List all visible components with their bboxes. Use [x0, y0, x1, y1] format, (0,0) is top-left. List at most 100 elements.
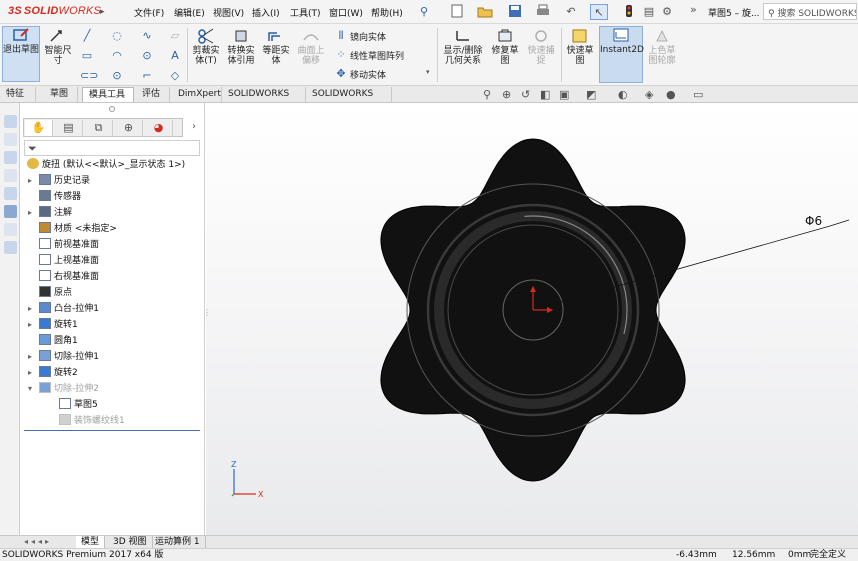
linear-pattern-button[interactable]: 线性草图阵列 [350, 49, 404, 62]
fillet-sketch-icon[interactable]: ⌐ [140, 70, 154, 82]
options-gear-icon[interactable]: ⚙ [658, 4, 676, 20]
design-library-icon[interactable] [4, 133, 17, 146]
panel-tabs-scroll-right-icon[interactable]: › [192, 121, 196, 132]
smart-dimension-button[interactable]: 智能尺寸 [42, 28, 74, 82]
appearances-icon[interactable] [4, 187, 17, 200]
tab-motion-study[interactable]: 运动算例 1 [150, 536, 206, 548]
tree-expand-arrow-icon[interactable]: ▾ [28, 382, 38, 396]
view-palette-icon[interactable] [4, 169, 17, 182]
pin-icon[interactable]: ⚲ [420, 5, 428, 18]
tree-item[interactable]: 传感器 [28, 190, 81, 204]
solidworks-logo[interactable]: 3S SOLIDWORKS [8, 5, 101, 17]
slot-icon[interactable]: ⊂⊃ [80, 70, 98, 82]
tree-item[interactable]: ▸ 历史记录 [28, 174, 90, 188]
tree-expand-arrow-icon[interactable]: ▸ [28, 366, 38, 380]
tree-item[interactable]: 原点 [28, 286, 72, 300]
tab-sketch[interactable]: 草图 [44, 87, 78, 102]
tree-item[interactable]: 右视基准面 [28, 270, 99, 284]
tree-item[interactable]: 上视基准面 [28, 254, 99, 268]
tab-mold-tools[interactable]: 模具工具 [82, 87, 134, 102]
menu-tools[interactable]: 工具(T) [290, 6, 321, 19]
search-input[interactable]: ⚲ 搜索 SOLIDWORKS [763, 3, 857, 20]
tab-scroll-arrows-icon[interactable]: ◂◂◂▸ [24, 536, 52, 548]
sketch-tool-icon[interactable] [4, 115, 17, 128]
rectangle-icon[interactable]: ▭ [80, 50, 94, 62]
tree-item[interactable]: ▾ 切除-拉伸2 [28, 382, 99, 396]
tree-item[interactable]: 圆角1 [28, 334, 78, 348]
tree-expand-arrow-icon[interactable]: ▸ [28, 350, 38, 364]
move-entities-icon[interactable]: ✥ [334, 68, 348, 80]
tab-evaluate[interactable]: 评估 [136, 87, 170, 102]
spline-icon[interactable]: ∿ [140, 30, 154, 42]
display-manager-tab-icon[interactable]: ◕ [145, 120, 173, 136]
resources-icon[interactable] [4, 223, 17, 236]
zoom-to-area-icon[interactable]: ⊕ [502, 88, 511, 101]
move-entities-button[interactable]: 移动实体 [350, 68, 386, 81]
new-document-icon[interactable] [448, 4, 466, 20]
display-style-icon[interactable]: ◐ [618, 88, 628, 101]
undo-icon[interactable]: ↶ [562, 4, 580, 20]
tab-features[interactable]: 特征 [0, 87, 36, 102]
tree-item[interactable]: 材质 <未指定> [28, 222, 117, 236]
previous-view-icon[interactable]: ↺ [521, 88, 530, 101]
shaded-sketch-contours-button[interactable]: 上色草图轮廓 [645, 28, 679, 82]
plane-small-icon[interactable]: ◇ [168, 70, 182, 82]
graphics-area[interactable]: Φ6 Z X ⋮ [203, 103, 858, 535]
tree-root-part[interactable]: 旋扭 (默认<<默认>_显示状态 1>) [26, 158, 185, 172]
tab-solidworks-addins[interactable]: SOLIDWORKS 插件 [222, 87, 306, 114]
zoom-to-fit-icon[interactable]: ⚲ [483, 88, 491, 101]
exit-sketch-button[interactable]: 退出草图 [2, 26, 40, 82]
point-icon[interactable]: ⊙ [110, 70, 124, 82]
repair-sketch-button[interactable]: 修复草图 [488, 28, 522, 82]
tree-expand-arrow-icon[interactable]: ▸ [28, 318, 38, 332]
tree-item[interactable]: ▸ 注解 [28, 206, 72, 220]
display-delete-relations-button[interactable]: 显示/删除几何关系 [440, 28, 486, 82]
offset-entities-button[interactable]: 等距实体 [260, 28, 292, 82]
forum-icon[interactable] [4, 241, 17, 254]
arc-icon[interactable]: ◠ [110, 50, 124, 62]
open-file-icon[interactable] [476, 4, 494, 20]
tab-solidworks-mbd[interactable]: SOLIDWORKS MBD [306, 87, 392, 114]
mirror-icon[interactable]: ⫴ [334, 30, 348, 42]
text-icon[interactable]: A [168, 50, 182, 62]
rollback-bar[interactable] [24, 430, 200, 431]
tree-item[interactable]: ▸ 旋转1 [28, 318, 78, 332]
tab-dimxpert[interactable]: DimXpert [172, 87, 222, 102]
save-icon[interactable] [506, 4, 524, 20]
menu-insert[interactable]: 插入(I) [252, 6, 280, 19]
dimxpert-manager-tab-icon[interactable]: ⊕ [115, 120, 143, 136]
circle-icon[interactable]: ◌ [110, 30, 124, 42]
feature-tree-tab-icon[interactable]: ✋ [25, 120, 53, 136]
menu-file[interactable]: 文件(F) [134, 6, 164, 19]
line-icon[interactable]: ╱ [80, 30, 94, 42]
view-settings-icon[interactable]: ▭ [693, 88, 703, 101]
trim-entities-button[interactable]: 剪裁实体(T) [190, 28, 222, 82]
tree-expand-arrow-icon[interactable]: ▸ [28, 302, 38, 316]
tab-3d-views[interactable]: 3D 视图 [108, 536, 153, 548]
dynamic-annotation-icon[interactable]: ▣ [559, 88, 569, 101]
tree-item[interactable]: ▸ 凸台-拉伸1 [28, 302, 99, 316]
tree-expand-arrow-icon[interactable]: ▸ [28, 206, 38, 220]
offset-on-surface-button[interactable]: 曲面上偏移 [294, 28, 328, 82]
tree-item[interactable]: 前视基准面 [28, 238, 99, 252]
more-arrow-icon[interactable]: » [690, 3, 697, 16]
panel-collapse-handle-icon[interactable] [109, 106, 115, 112]
tree-expand-arrow-icon[interactable]: ▸ [28, 174, 38, 188]
property-manager-tab-icon[interactable]: ▤ [55, 120, 83, 136]
instant2d-button[interactable]: Instant2D [599, 26, 644, 83]
panel-splitter-handle-icon[interactable]: ⋮ [203, 308, 211, 317]
hide-show-items-icon[interactable]: ◈ [645, 88, 653, 101]
rapid-sketch-button[interactable]: 快速草图 [563, 28, 597, 82]
file-properties-icon[interactable]: ▤ [640, 4, 658, 20]
polygon-icon[interactable]: ⊙ [140, 50, 154, 62]
surface-icon[interactable]: ▱ [168, 30, 182, 42]
menu-window[interactable]: 窗口(W) [329, 6, 363, 19]
select-pointer-icon[interactable]: ↖ [590, 4, 608, 20]
tree-item[interactable]: 草图5 [48, 398, 98, 412]
move-dropdown-arrow-icon[interactable]: ▾ [426, 68, 430, 76]
menu-help[interactable]: 帮助(H) [371, 6, 403, 19]
print-icon[interactable] [534, 4, 552, 20]
configuration-manager-tab-icon[interactable]: ⧉ [85, 120, 113, 136]
dimension-label[interactable]: Φ6 [805, 214, 822, 228]
menu-edit[interactable]: 编辑(E) [174, 6, 205, 19]
